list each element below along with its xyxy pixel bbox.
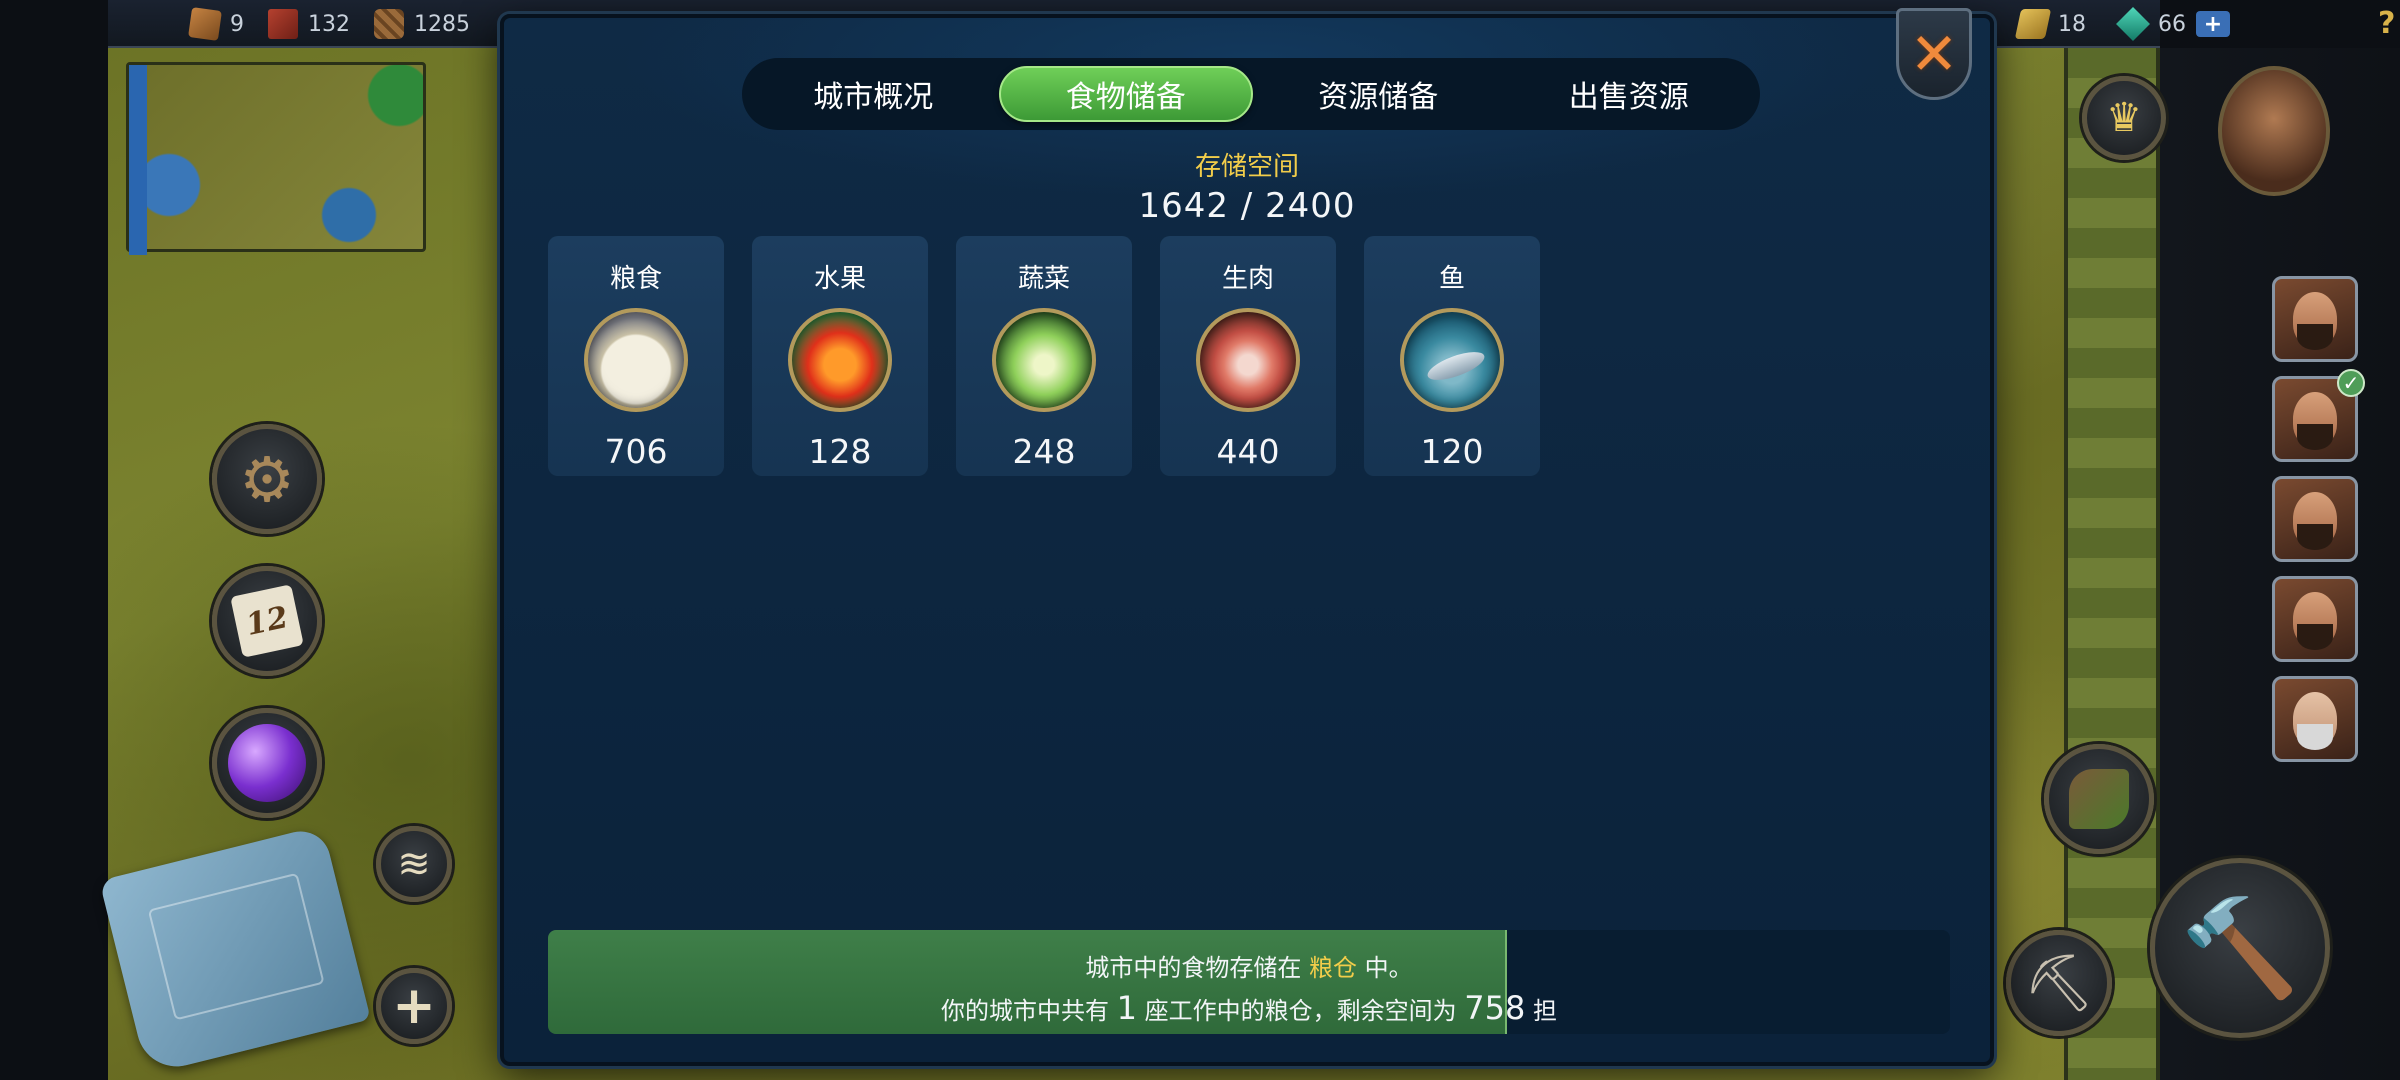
dialog-tab-bar: 城市概况 食物储备 资源储备 出售资源 <box>742 58 1760 130</box>
granary-count: 1 <box>1116 989 1137 1027</box>
resource-lumber-value: 1285 <box>414 11 470 37</box>
plus-icon: + <box>392 976 436 1036</box>
remaining-space-value: 758 <box>1464 989 1526 1027</box>
apple-icon <box>788 308 892 412</box>
shovel-icon: ⛏ <box>2023 951 2095 1016</box>
raw-meat-icon <box>1196 308 1300 412</box>
advisor-portrait-2[interactable]: ✓ <box>2272 369 2365 462</box>
advisor-face <box>2293 492 2337 550</box>
close-icon: ✕ <box>1909 20 1959 88</box>
advisor-portrait-3[interactable] <box>2272 476 2358 562</box>
city-storage-dialog: 城市概况 食物储备 资源储备 出售资源 ✕ 存储空间 1642 / 2400 粮… <box>500 8 1994 1066</box>
advisor-portrait-4[interactable] <box>2272 576 2358 662</box>
food-name: 鱼 <box>1438 264 1465 294</box>
empire-button[interactable]: ♛ <box>2082 76 2166 160</box>
storage-info-line-1: 城市中的食物存储在 粮仓 中。 <box>548 948 1950 983</box>
info-text-segment: 城市中的食物存储在 <box>1085 954 1309 982</box>
advisor-face <box>2293 292 2337 350</box>
tab-food-storage[interactable]: 食物储备 <box>998 66 1253 122</box>
food-card-fruit[interactable]: 水果 128 <box>752 236 928 476</box>
info-text-segment: 中。 <box>1357 954 1413 982</box>
advisor-portrait-5[interactable] <box>2272 676 2358 762</box>
resource-lumber: 1285 <box>374 8 470 40</box>
tab-resource-storage[interactable]: 资源储备 <box>1253 66 1504 122</box>
brick-icon <box>268 9 298 39</box>
close-button[interactable]: ✕ <box>1896 8 1972 100</box>
leader-avatar[interactable] <box>2218 66 2330 196</box>
storage-info-text: 城市中的食物存储在 粮仓 中。 你的城市中共有 1 座工作中的粮仓，剩余空间为 … <box>548 930 1950 1034</box>
gears-icon: ⚙ <box>239 442 295 516</box>
info-text-segment: 你的城市中共有 <box>941 997 1117 1025</box>
fish-icon <box>1400 308 1504 412</box>
cabbage-icon <box>992 308 1096 412</box>
decorative-vine-pillar <box>2064 48 2160 1080</box>
dig-button[interactable]: ⛏ <box>2006 930 2112 1036</box>
resource-brick-value: 132 <box>308 11 350 37</box>
build-button[interactable]: 🔨 <box>2150 858 2330 1038</box>
calendar-button[interactable]: 12 <box>212 566 322 676</box>
advisor-portrait-1[interactable] <box>2272 276 2358 362</box>
food-count: 120 <box>1420 432 1484 471</box>
food-grid: 粮食 706 水果 128 蔬菜 248 生肉 440 鱼 120 <box>548 236 1540 476</box>
resource-gold: 18 <box>2014 8 2086 40</box>
resource-gold-value: 18 <box>2058 11 2086 37</box>
check-icon: ✓ <box>2337 369 2365 397</box>
gem-icon <box>2116 7 2150 41</box>
resource-brick: 132 <box>268 8 350 40</box>
food-card-vegetables[interactable]: 蔬菜 248 <box>956 236 1132 476</box>
advisor-face <box>2293 392 2337 450</box>
food-name: 粮食 <box>609 264 662 294</box>
grain-sack-icon <box>584 308 688 412</box>
info-text-segment: 担 <box>1525 997 1557 1025</box>
crate-icon <box>188 7 222 41</box>
hammer-icon: 🔨 <box>2180 891 2300 1004</box>
road-icon <box>2069 769 2129 829</box>
food-count: 706 <box>604 432 668 471</box>
food-count: 248 <box>1012 432 1076 471</box>
storage-space-label: 存储空间 <box>1194 152 1299 182</box>
food-card-grain[interactable]: 粮食 706 <box>548 236 724 476</box>
road-button[interactable] <box>2044 744 2154 854</box>
magic-orb-icon <box>228 724 306 802</box>
tab-city-overview[interactable]: 城市概况 <box>748 66 999 122</box>
food-card-raw-meat[interactable]: 生肉 440 <box>1160 236 1336 476</box>
advisor-face <box>2293 592 2337 650</box>
storage-capacity-bar: 城市中的食物存储在 粮仓 中。 你的城市中共有 1 座工作中的粮仓，剩余空间为 … <box>548 930 1950 1034</box>
production-button[interactable]: ⚙ <box>212 424 322 534</box>
map-layers-button[interactable]: ≋ <box>376 826 452 902</box>
zoom-in-button[interactable]: + <box>376 968 452 1044</box>
layers-icon: ≋ <box>397 841 431 887</box>
storage-info-line-2: 你的城市中共有 1 座工作中的粮仓，剩余空间为 758 担 <box>548 989 1950 1027</box>
calendar-icon: 12 <box>230 584 304 658</box>
minimap-coast <box>129 65 147 255</box>
tab-sell-resources[interactable]: 出售资源 <box>1504 66 1755 122</box>
food-name: 水果 <box>813 264 866 294</box>
resource-crate-value: 9 <box>230 11 244 37</box>
advisor-face <box>2293 692 2337 750</box>
resource-crate: 9 <box>188 7 244 41</box>
info-text-segment: 座工作中的粮仓，剩余空间为 <box>1137 997 1465 1025</box>
resource-gem-value: 66 <box>2158 11 2186 37</box>
add-gems-button[interactable]: + <box>2196 11 2230 37</box>
crown-icon: ♛ <box>2106 95 2142 141</box>
lumber-icon <box>374 9 404 39</box>
storage-space-value: 1642 / 2400 <box>1138 186 1356 226</box>
granary-link-text: 粮仓 <box>1309 954 1357 982</box>
food-name: 生肉 <box>1221 264 1274 294</box>
minimap[interactable] <box>126 62 426 255</box>
food-count: 128 <box>808 432 872 471</box>
food-count: 440 <box>1216 432 1280 471</box>
gold-bars-icon <box>2014 9 2052 39</box>
resource-gem: 66 + <box>2116 7 2230 41</box>
help-button[interactable]: ? <box>2378 6 2395 41</box>
food-name: 蔬菜 <box>1017 264 1070 294</box>
magic-orb-button[interactable] <box>212 708 322 818</box>
food-card-fish[interactable]: 鱼 120 <box>1364 236 1540 476</box>
